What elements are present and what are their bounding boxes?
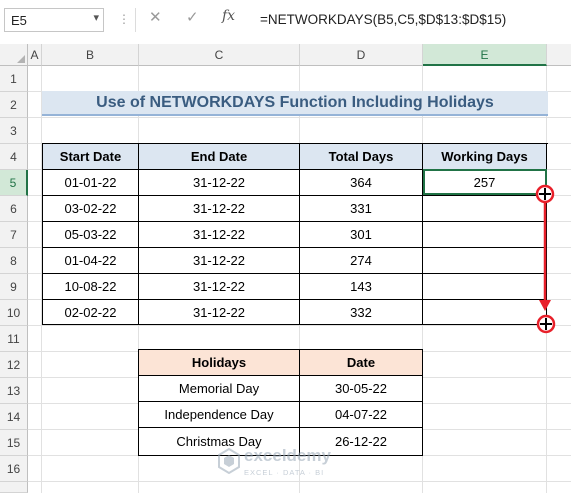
watermark-tagline: EXCEL · DATA · BI	[244, 468, 325, 477]
header-holidays[interactable]: Holidays	[139, 350, 300, 376]
watermark-name: exceldemy	[244, 446, 331, 465]
drag-down-arrow-icon	[539, 203, 551, 311]
header-holiday-date[interactable]: Date	[300, 350, 423, 376]
cell-c14[interactable]: Independence Day	[139, 402, 300, 428]
watermark: exceldemy EXCEL · DATA · BI	[218, 444, 368, 484]
cell-d13[interactable]: 30-05-22	[300, 376, 423, 402]
exceldemy-logo-icon	[218, 448, 240, 474]
crosshair-cursor-icon-end	[536, 314, 556, 334]
cell-c13[interactable]: Memorial Day	[139, 376, 300, 402]
crosshair-cursor-icon-start	[535, 184, 555, 204]
cell-d14[interactable]: 04-07-22	[300, 402, 423, 428]
